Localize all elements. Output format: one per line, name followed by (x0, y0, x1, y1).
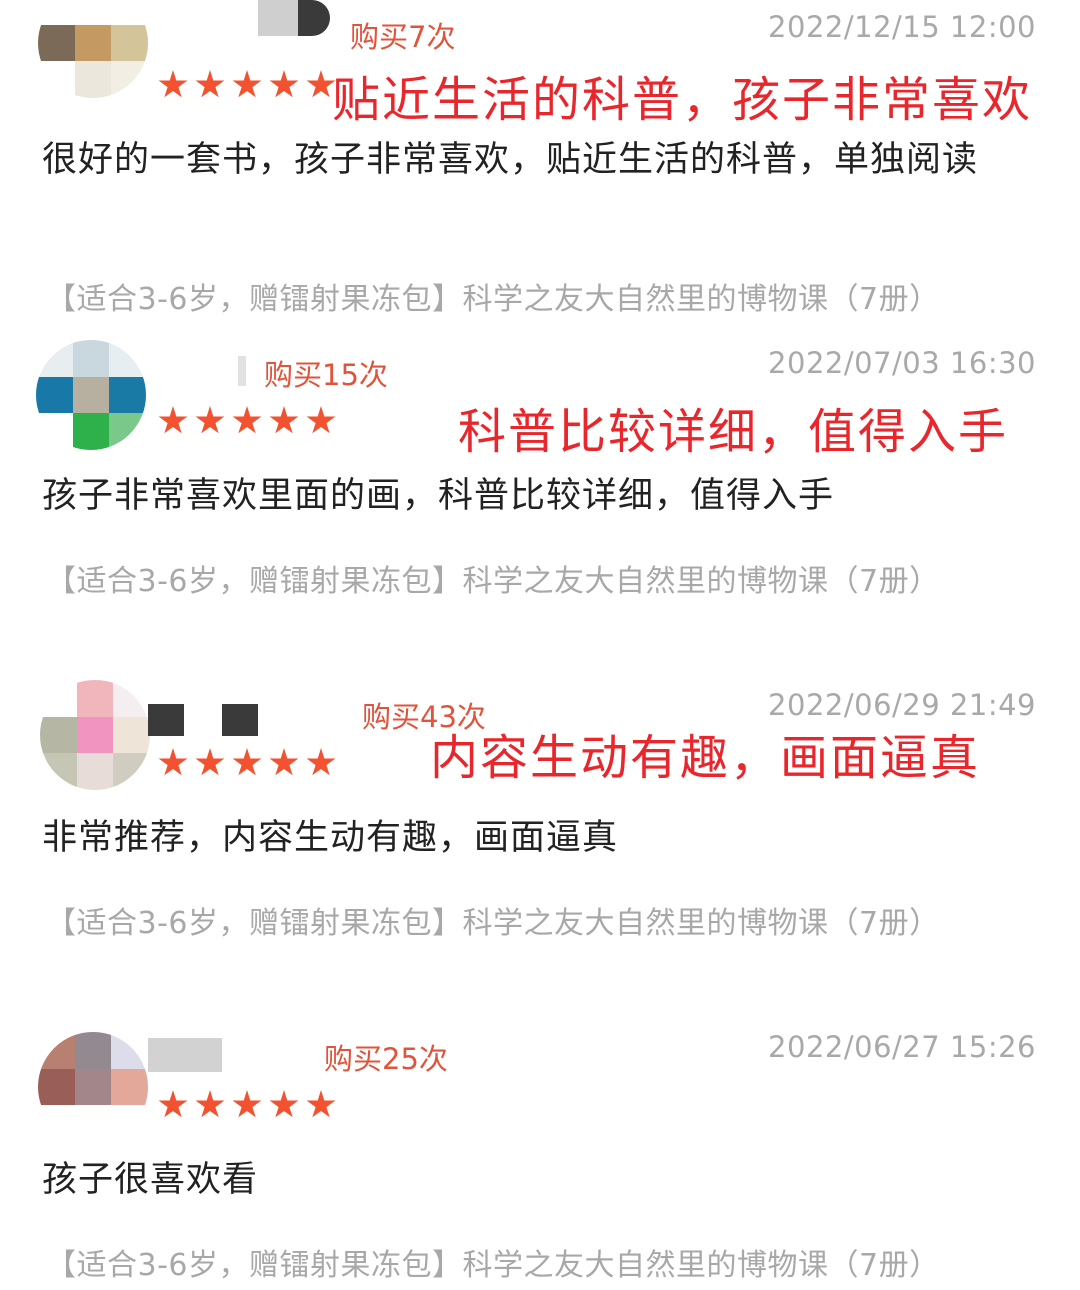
star-icon (158, 70, 188, 98)
purchase-count: 购买7次 (350, 20, 456, 54)
username-blurred (222, 704, 258, 736)
star-icon (158, 1090, 188, 1118)
star-icon (269, 70, 299, 98)
star-icon (195, 70, 225, 98)
purchase-count: 购买25次 (324, 1042, 448, 1076)
review-date: 2022/07/03 16:30 (768, 346, 1036, 380)
review-date: 2022/12/15 12:00 (768, 10, 1036, 44)
star-icon (195, 406, 225, 434)
star-icon (232, 748, 262, 776)
annotation-overlay: 内容生动有趣，画面逼真 (430, 730, 981, 786)
star-icon (306, 406, 336, 434)
review-text[interactable]: 孩子很喜欢看 (42, 1154, 1032, 1207)
rating-stars (158, 70, 336, 100)
review-text[interactable]: 非常推荐，内容生动有趣，画面逼真 (42, 812, 1032, 865)
star-icon (306, 748, 336, 776)
username-blurred (148, 704, 184, 736)
star-icon (232, 406, 262, 434)
star-icon (195, 1090, 225, 1118)
annotation-overlay: 贴近生活的科普，孩子非常喜欢 (332, 72, 1033, 128)
review-date: 2022/06/27 15:26 (768, 1030, 1036, 1064)
review-text[interactable]: 孩子非常喜欢里面的画，科普比较详细，值得入手 (42, 470, 1032, 523)
avatar[interactable] (38, 1032, 148, 1142)
username-blurred (148, 1038, 222, 1072)
avatar[interactable] (36, 340, 146, 450)
rating-stars (158, 1090, 336, 1120)
star-icon (269, 748, 299, 776)
avatar[interactable] (38, 0, 148, 98)
product-name[interactable]: 【适合3-6岁，赠镭射果冻包】科学之友大自然里的博物课（7册） (46, 898, 940, 942)
review-date: 2022/06/29 21:49 (768, 688, 1036, 722)
product-name[interactable]: 【适合3-6岁，赠镭射果冻包】科学之友大自然里的博物课（7册） (46, 556, 940, 600)
avatar[interactable] (40, 680, 150, 790)
star-icon (232, 1090, 262, 1118)
username-blurred (298, 0, 330, 36)
star-icon (269, 1090, 299, 1118)
rating-stars (158, 406, 336, 436)
product-name[interactable]: 【适合3-6岁，赠镭射果冻包】科学之友大自然里的博物课（7册） (46, 274, 940, 318)
annotation-overlay: 科普比较详细，值得入手 (458, 404, 1009, 460)
star-icon (232, 70, 262, 98)
purchase-count: 购买15次 (264, 358, 388, 392)
rating-stars (158, 748, 336, 778)
star-icon (269, 406, 299, 434)
product-name[interactable]: 【适合3-6岁，赠镭射果冻包】科学之友大自然里的博物课（7册） (46, 1240, 940, 1284)
username-blurred (238, 356, 246, 386)
username-blurred (258, 0, 298, 36)
star-icon (158, 406, 188, 434)
star-icon (158, 748, 188, 776)
review-text[interactable]: 很好的一套书，孩子非常喜欢，贴近生活的科普，单独阅读 (42, 134, 1032, 187)
star-icon (195, 748, 225, 776)
star-icon (306, 1090, 336, 1118)
